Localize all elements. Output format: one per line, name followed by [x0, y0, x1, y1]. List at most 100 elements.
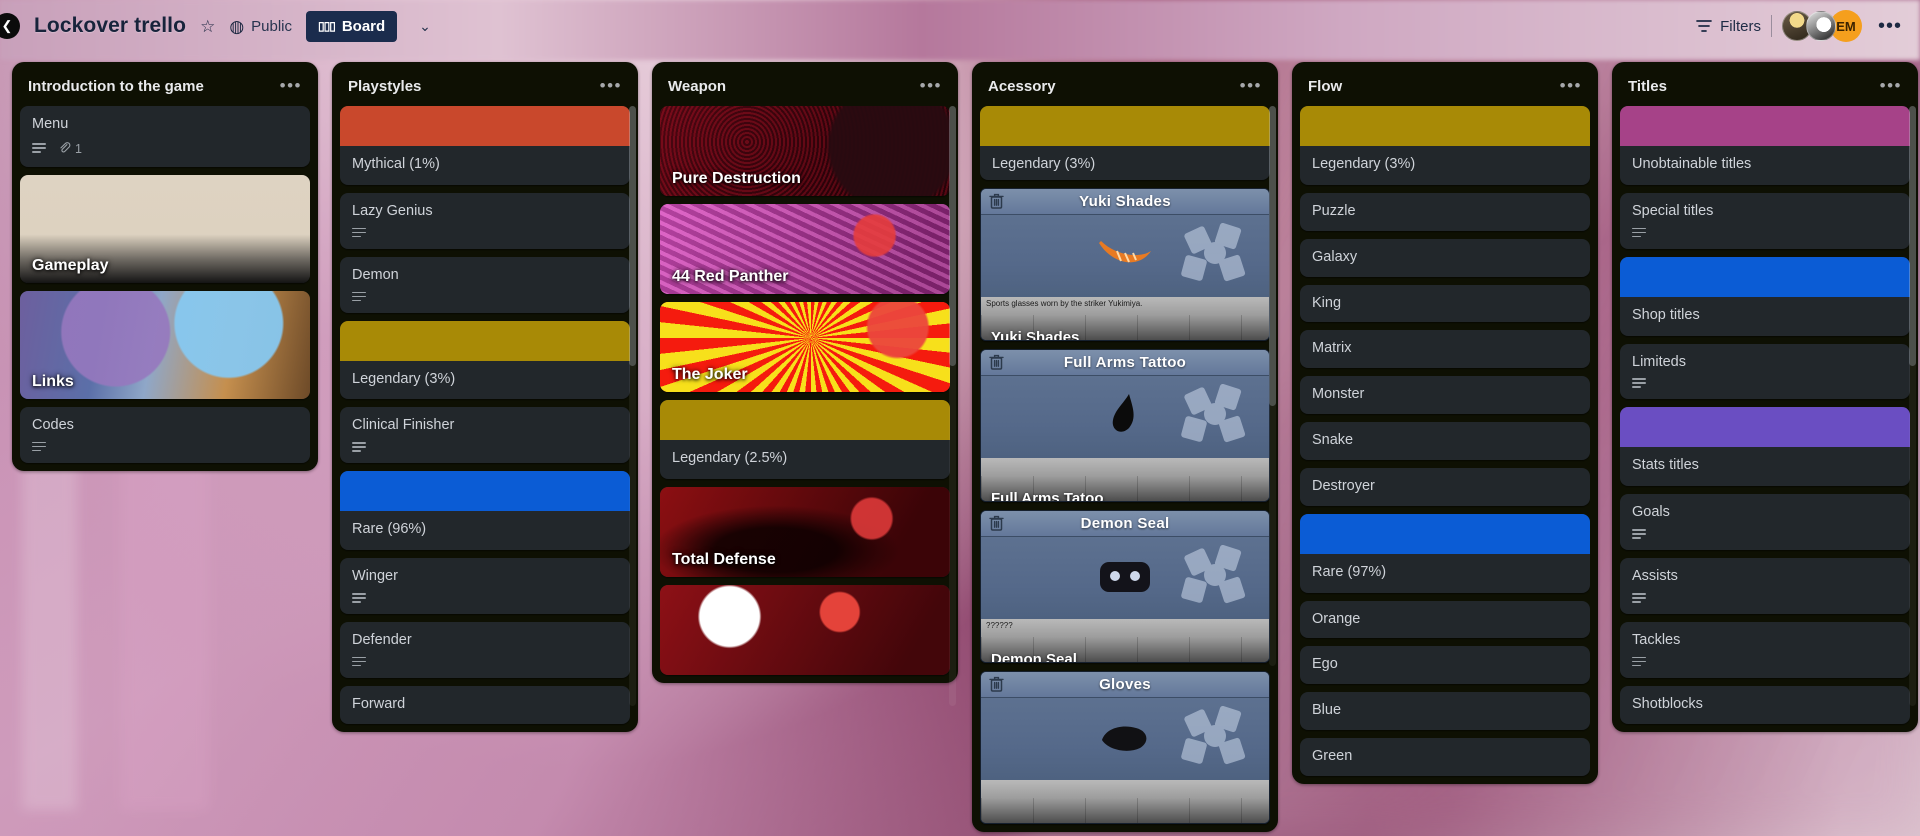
- label-card[interactable]: Legendary (2.5%): [660, 400, 950, 479]
- list-scrollbar[interactable]: [1909, 106, 1916, 706]
- list-title[interactable]: Playstyles: [348, 78, 421, 95]
- list-title[interactable]: Weapon: [668, 78, 726, 95]
- list-card[interactable]: Snake: [1300, 422, 1590, 460]
- cover-card[interactable]: Total Defense: [660, 486, 950, 577]
- cover-card[interactable]: Links: [20, 290, 310, 399]
- list-card[interactable]: Codes: [20, 406, 310, 463]
- card-title: Special titles: [1632, 202, 1714, 219]
- star-icon[interactable]: ☆: [200, 18, 215, 35]
- list-card[interactable]: Forward: [340, 685, 630, 724]
- accessory-gear-card[interactable]: Full Arms Tattoo Full Arms Tatoo: [980, 348, 1270, 502]
- list-scrollbar[interactable]: [1269, 106, 1276, 666]
- accessory-gear-card[interactable]: Yuki Shades Sports glasses worn by the st…: [980, 187, 1270, 341]
- card-title: Tackles: [1632, 631, 1681, 648]
- cover-card[interactable]: 44 Red Panther: [660, 204, 950, 294]
- trash-icon[interactable]: [989, 354, 1004, 371]
- list-card[interactable]: Galaxy: [1300, 238, 1590, 277]
- list-card[interactable]: Clinical Finisher: [340, 407, 630, 464]
- list-card[interactable]: Defender: [340, 621, 630, 678]
- trash-icon[interactable]: [989, 515, 1004, 532]
- label-card[interactable]: Rare (96%): [340, 471, 630, 551]
- board-list: Introduction to the game ••• Menu 1 Gameplay…: [12, 62, 318, 471]
- back-icon[interactable]: ❮: [0, 13, 20, 39]
- card-title: Forward: [352, 695, 406, 712]
- list-card[interactable]: Shotblocks: [1620, 685, 1910, 724]
- list-scrollbar[interactable]: [629, 106, 636, 706]
- list-card[interactable]: Special titles: [1620, 192, 1910, 249]
- list-card[interactable]: Destroyer: [1300, 467, 1590, 506]
- list-card[interactable]: Matrix: [1300, 330, 1590, 369]
- board-view-button[interactable]: ▯▯▯ Board: [306, 10, 398, 42]
- label-card[interactable]: Shop titles: [1620, 256, 1910, 336]
- list-card[interactable]: Menu 1: [20, 106, 310, 167]
- list-card[interactable]: Ego: [1300, 646, 1590, 685]
- list-card[interactable]: King: [1300, 284, 1590, 323]
- list-menu-button[interactable]: •••: [600, 76, 622, 96]
- label-card[interactable]: Rare (97%): [1300, 513, 1590, 593]
- list-card[interactable]: Assists: [1620, 558, 1910, 614]
- visibility-button[interactable]: ◍ Public: [229, 18, 292, 35]
- list-menu-button[interactable]: •••: [920, 76, 942, 96]
- label-card[interactable]: Stats titles: [1620, 407, 1910, 487]
- label-card[interactable]: Mythical (1%): [340, 106, 630, 185]
- list-title[interactable]: Flow: [1308, 78, 1342, 95]
- scrollbar-thumb[interactable]: [629, 106, 636, 366]
- avatar[interactable]: [1805, 11, 1836, 41]
- list-card[interactable]: Lazy Genius: [340, 192, 630, 249]
- list-title[interactable]: Titles: [1628, 78, 1667, 95]
- card-body: Stats titles: [1620, 447, 1910, 486]
- description-badge: [1632, 529, 1646, 540]
- description-badge: [1632, 656, 1646, 668]
- card-badges: [352, 291, 618, 303]
- list-title[interactable]: Acessory: [988, 78, 1056, 95]
- card-title: Legendary (3%): [352, 370, 456, 387]
- board-menu-button[interactable]: •••: [1872, 15, 1902, 38]
- card-title: Total Defense: [672, 550, 776, 568]
- chevron-down-icon[interactable]: ⌄: [411, 12, 439, 41]
- member-avatars[interactable]: EM: [1781, 10, 1862, 42]
- cover-card[interactable]: Gameplay: [20, 174, 310, 283]
- card-title: Green: [1312, 748, 1353, 765]
- list-card[interactable]: Orange: [1300, 600, 1590, 639]
- label-card[interactable]: Legendary (3%): [340, 320, 630, 400]
- cover-card[interactable]: Pure Destruction: [660, 106, 950, 196]
- scrollbar-thumb[interactable]: [949, 106, 956, 366]
- list-card[interactable]: Limiteds: [1620, 343, 1910, 400]
- card-body: Green: [1300, 738, 1590, 776]
- gear-item-icon: [1095, 235, 1155, 277]
- list-title[interactable]: Introduction to the game: [28, 78, 204, 95]
- card-body: Clinical Finisher: [340, 407, 630, 463]
- accessory-gear-card[interactable]: Demon Seal??????Demon Seal: [980, 509, 1270, 663]
- list-menu-button[interactable]: •••: [1560, 76, 1582, 96]
- accessory-gear-card[interactable]: Gloves: [980, 670, 1270, 824]
- list-card[interactable]: Goals: [1620, 494, 1910, 551]
- list-card[interactable]: Blue: [1300, 692, 1590, 731]
- list-card[interactable]: Monster: [1300, 376, 1590, 415]
- list-card[interactable]: Tackles: [1620, 621, 1910, 678]
- cover-card[interactable]: [660, 584, 950, 675]
- list-scrollbar[interactable]: [949, 106, 956, 706]
- card-body: Ego: [1300, 646, 1590, 684]
- cover-card[interactable]: The Joker: [660, 302, 950, 392]
- label-card[interactable]: Legendary (3%): [980, 106, 1270, 180]
- list-menu-button[interactable]: •••: [1240, 76, 1262, 96]
- trash-icon[interactable]: [989, 676, 1004, 693]
- label-card[interactable]: Legendary (3%): [1300, 106, 1590, 185]
- card-title: Stats titles: [1632, 457, 1699, 474]
- trash-icon[interactable]: [989, 193, 1004, 210]
- gear-card-description: ??????: [981, 618, 1269, 637]
- scrollbar-thumb[interactable]: [1909, 106, 1916, 366]
- card-title: 44 Red Panther: [672, 268, 789, 285]
- list-card[interactable]: Demon: [340, 256, 630, 313]
- list-menu-button[interactable]: •••: [280, 76, 302, 96]
- list-menu-button[interactable]: •••: [1880, 76, 1902, 96]
- description-icon: [352, 291, 366, 303]
- scrollbar-thumb[interactable]: [1269, 106, 1276, 406]
- filters-button[interactable]: Filters: [1696, 18, 1761, 35]
- card-cover-title-bar: Yuki Shades: [981, 314, 1269, 340]
- board-header: ❮ Lockover trello ☆ ◍ Public ▯▯▯ Board ⌄…: [0, 0, 1920, 52]
- list-card[interactable]: Green: [1300, 738, 1590, 776]
- list-card[interactable]: Puzzle: [1300, 192, 1590, 231]
- label-card[interactable]: Unobtainable titles: [1620, 106, 1910, 185]
- list-card[interactable]: Winger: [340, 558, 630, 614]
